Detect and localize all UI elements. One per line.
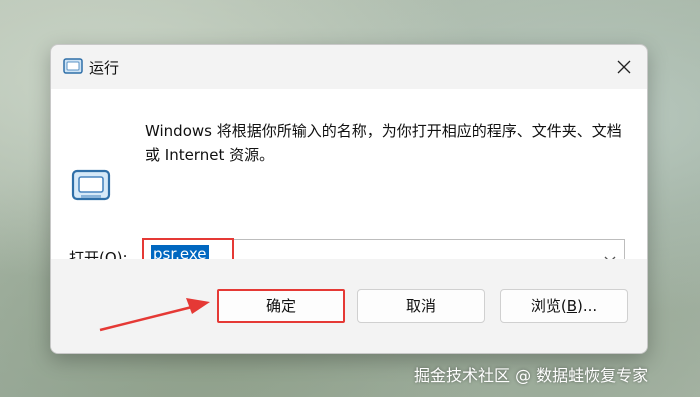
window-title: 运行 <box>89 59 120 77</box>
dialog-content: Windows 将根据你所输入的名称，为你打开相应的程序、文件夹、文档或 Int… <box>51 89 647 272</box>
browse-label-suffix: )... <box>577 297 598 315</box>
browse-label-prefix: 浏览( <box>530 297 567 315</box>
watermark-text: 掘金技术社区 @ 数据蛙恢复专家 <box>414 366 649 385</box>
close-icon <box>617 60 631 74</box>
run-app-icon <box>63 58 83 74</box>
close-button[interactable] <box>601 45 647 89</box>
description-text: Windows 将根据你所输入的名称，为你打开相应的程序、文件夹、文档或 Int… <box>145 122 622 164</box>
browse-button[interactable]: 浏览(B)... <box>500 289 628 323</box>
run-dialog: 运行 Windows 将根据你所输入的名称，为你打开相应的程序、文件夹、文档或 … <box>50 44 648 354</box>
browse-label-accesskey: B <box>566 297 577 315</box>
button-bar: 确定 取消 浏览(B)... <box>51 259 647 353</box>
cancel-button[interactable]: 取消 <box>357 289 485 323</box>
run-program-icon <box>71 169 111 203</box>
title-bar: 运行 <box>51 45 647 89</box>
ok-button[interactable]: 确定 <box>217 289 345 323</box>
